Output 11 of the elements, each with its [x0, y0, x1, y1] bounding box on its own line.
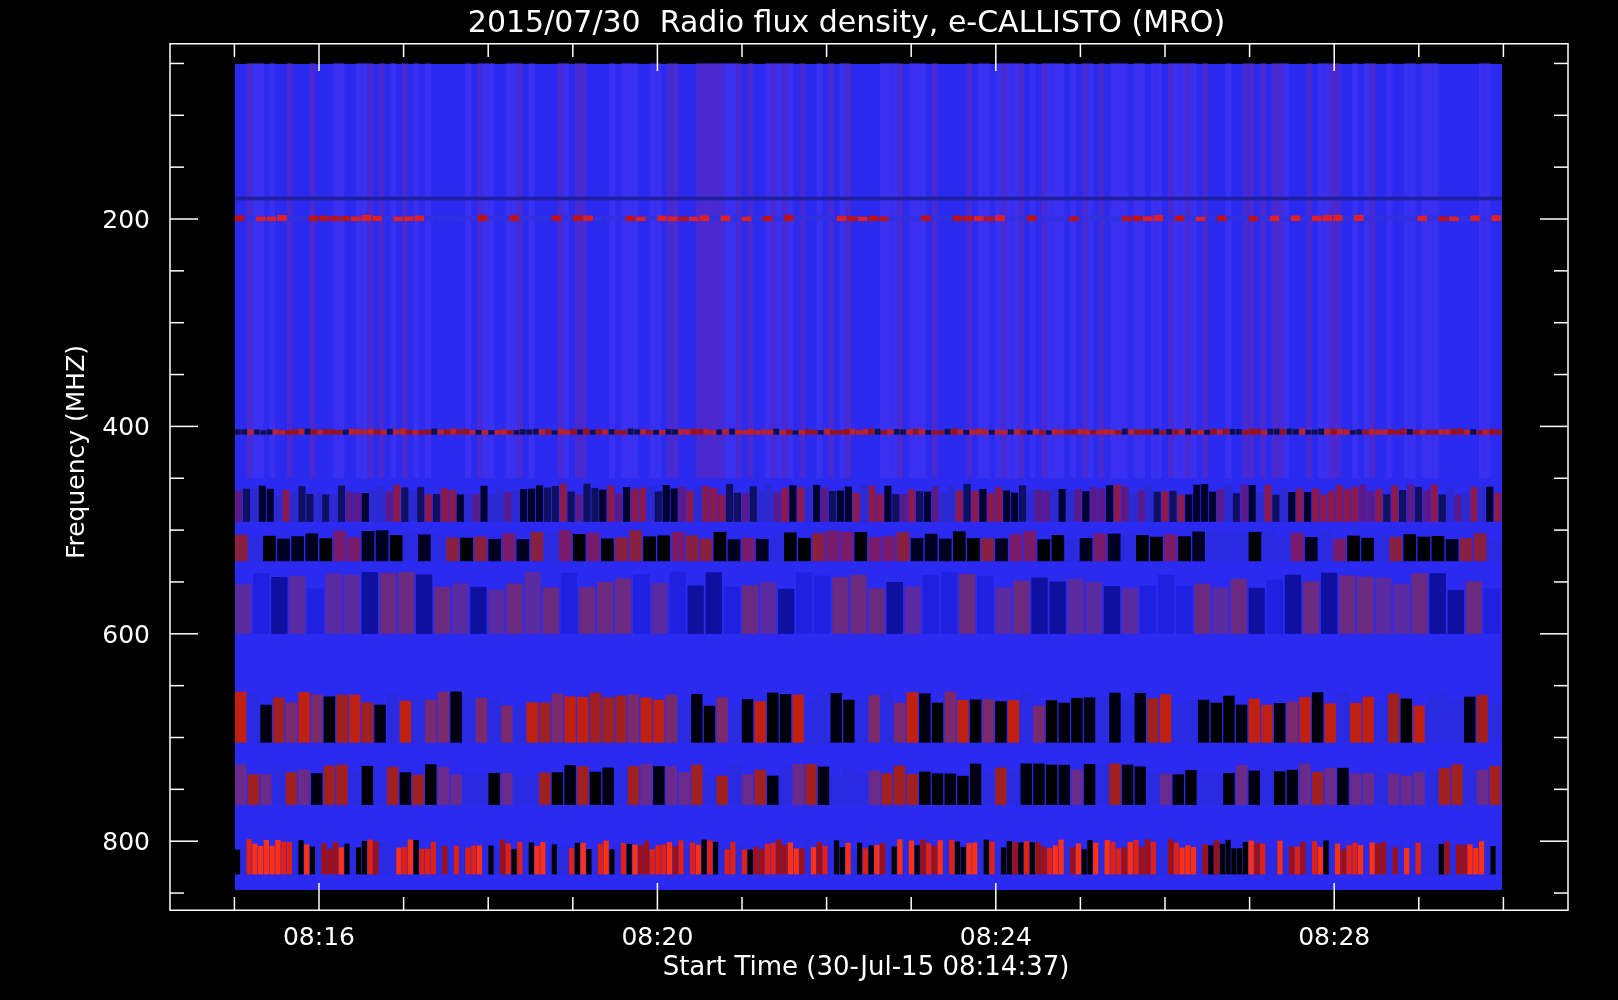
axis-tick-label: 08:20: [621, 922, 694, 951]
axis-tick-label: 08:24: [959, 922, 1032, 951]
axis-tick-label: 600: [102, 619, 150, 649]
plot-title: 2015/07/30 Radio flux density, e-CALLISTO (MRO): [467, 6, 1226, 37]
axis-tick-label: 400: [102, 412, 150, 442]
axis-title: Start Time (30-Jul-15 08:14:37): [662, 951, 1070, 981]
axis-tick-label: 08:16: [283, 922, 355, 951]
axis-tick-label: 800: [102, 827, 150, 857]
axis-title: Frequency (MHZ): [61, 344, 90, 560]
axis-tick-label: 200: [102, 205, 150, 234]
axis-tick-label: 08:28: [1298, 922, 1371, 951]
